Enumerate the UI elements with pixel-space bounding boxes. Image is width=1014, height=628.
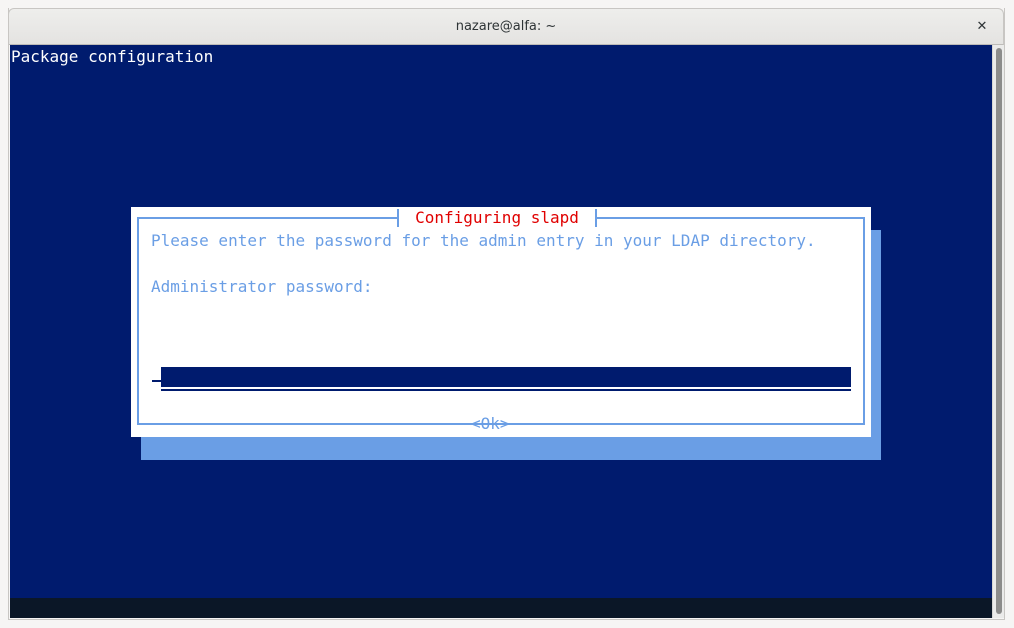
window-title: nazare@alfa: ~	[455, 19, 557, 34]
dialog-title: Configuring slapd	[415, 208, 579, 227]
password-prompt-text: Please enter the password for the admin …	[151, 231, 816, 250]
ok-button[interactable]: <Ok>	[471, 414, 510, 434]
terminal-screen[interactable]: Package configuration Configuring slapd …	[10, 45, 992, 598]
administrator-password-input[interactable]	[161, 367, 851, 387]
input-underline	[161, 389, 851, 391]
dialog-title-box: Configuring slapd	[397, 207, 597, 229]
title-bar[interactable]: nazare@alfa: ~ ✕	[8, 8, 1004, 45]
close-icon[interactable]: ✕	[973, 18, 991, 36]
window-frame-right	[1004, 8, 1005, 620]
text-cursor	[152, 380, 161, 382]
window-frame-bottom	[8, 619, 1005, 620]
administrator-password-label: Administrator password:	[151, 277, 373, 296]
terminal-window: nazare@alfa: ~ ✕ Package configuration C…	[0, 0, 1014, 628]
terminal-bottom-strip	[10, 598, 992, 618]
vertical-scrollbar[interactable]	[992, 45, 1004, 618]
scrollbar-thumb[interactable]	[996, 48, 1002, 614]
window-frame-left	[8, 8, 9, 620]
slapd-config-dialog: Configuring slapd Please enter the passw…	[131, 207, 871, 437]
package-configuration-heading: Package configuration	[11, 47, 214, 66]
